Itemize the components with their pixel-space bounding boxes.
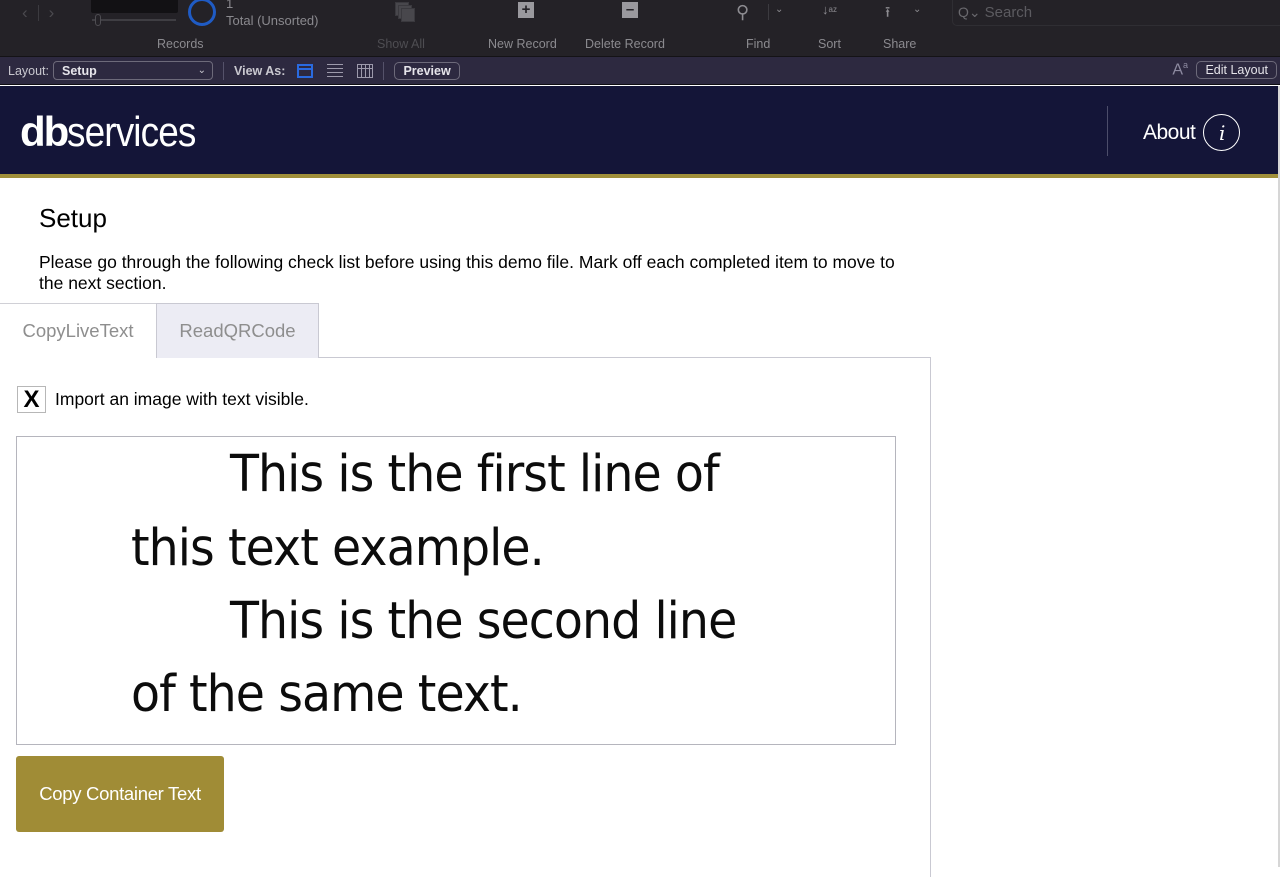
logo-bold: db (20, 108, 69, 155)
container-text-line: this text example. (131, 519, 545, 578)
search-input[interactable]: Q⌄ Search (952, 0, 1280, 26)
container-text-line: This is the second line (230, 592, 737, 651)
record-slider-knob[interactable] (95, 14, 101, 26)
delete-record-icon[interactable]: – (622, 2, 638, 18)
delete-record-button[interactable]: Delete Record (585, 37, 665, 51)
find-separator (768, 4, 769, 20)
find-chevron-down-icon[interactable]: ⌄ (775, 4, 783, 15)
share-icon[interactable]: ⭱ (885, 2, 890, 27)
view-as-label: View As: (234, 63, 286, 78)
search-placeholder: Search (984, 4, 1033, 21)
edit-layout-button[interactable]: Edit Layout (1196, 61, 1277, 79)
window-toolbar: ‹ › 1 Total (Unsorted) Records Show All … (0, 0, 1280, 57)
copy-container-text-button[interactable]: Copy Container Text (16, 756, 224, 832)
new-record-button[interactable]: New Record (488, 37, 557, 51)
checklist-item-label: Import an image with text visible. (55, 389, 309, 409)
layout-select[interactable]: Setup ⌄ (53, 61, 214, 80)
sort-az-icon[interactable]: ↓ a z (822, 2, 837, 17)
layout-label: Layout: (8, 63, 50, 78)
share-button[interactable]: Share (883, 37, 916, 51)
record-number-field[interactable] (91, 0, 178, 13)
show-all-button[interactable]: Show All (377, 37, 425, 51)
show-all-icon (395, 2, 415, 22)
about-button[interactable]: About i (1143, 114, 1241, 151)
logo-light: services (67, 108, 196, 155)
tab-readqrcode[interactable]: ReadQRCode (156, 303, 319, 358)
dbservices-logo: dbservices (20, 108, 213, 156)
record-slider[interactable] (92, 19, 176, 21)
view-separator (383, 61, 385, 80)
import-image-checkbox[interactable]: X (17, 386, 46, 413)
find-magnifier-icon[interactable]: ⚲ (736, 2, 749, 23)
record-navigation: ‹ › (22, 2, 54, 24)
header-divider (1107, 106, 1108, 156)
header-accent-rule (0, 174, 1278, 178)
records-label: Records (157, 37, 204, 51)
record-count: 1 (226, 0, 234, 11)
preview-button[interactable]: Preview (394, 61, 460, 80)
nav-separator (37, 5, 39, 21)
checklist-item: X Import an image with text visible. (17, 386, 309, 413)
info-icon: i (1203, 114, 1241, 151)
chevron-down-icon: ⌄ (197, 65, 207, 76)
page-title: Setup (39, 203, 107, 233)
list-view-icon[interactable] (327, 63, 344, 78)
back-arrow-icon[interactable]: ‹ (22, 3, 28, 23)
container-text-line: This is the first line of (230, 445, 720, 504)
container-text-line: of the same text. (131, 665, 523, 724)
intro-text: Please go through the following check li… (39, 252, 895, 293)
table-view-icon[interactable] (357, 63, 374, 78)
layout-separator (223, 61, 225, 80)
tab-control: CopyLiveText ReadQRCode (0, 303, 319, 358)
sort-button[interactable]: Sort (818, 37, 841, 51)
active-tab-join (0, 357, 156, 358)
about-label: About (1143, 120, 1196, 144)
text-size-icon[interactable]: Aa (1172, 60, 1188, 79)
form-view-icon[interactable] (297, 63, 314, 78)
search-icon: Q⌄ (958, 4, 981, 20)
layout-select-value: Setup (62, 63, 97, 78)
tab-copylivetext[interactable]: CopyLiveText (0, 303, 156, 358)
image-container-field[interactable]: This is the first line of this text exam… (16, 436, 896, 745)
forward-arrow-icon[interactable]: › (49, 3, 55, 23)
found-set-pie-icon (188, 0, 216, 26)
share-chevron-down-icon[interactable]: ⌄ (913, 4, 921, 15)
find-button[interactable]: Find (746, 37, 770, 51)
record-status: Total (Unsorted) (226, 13, 319, 28)
app-header: dbservices About i (0, 86, 1278, 174)
layout-bar: Layout: Setup ⌄ View As: Preview Aa Edit… (0, 57, 1280, 85)
new-record-icon[interactable]: + (518, 2, 534, 18)
